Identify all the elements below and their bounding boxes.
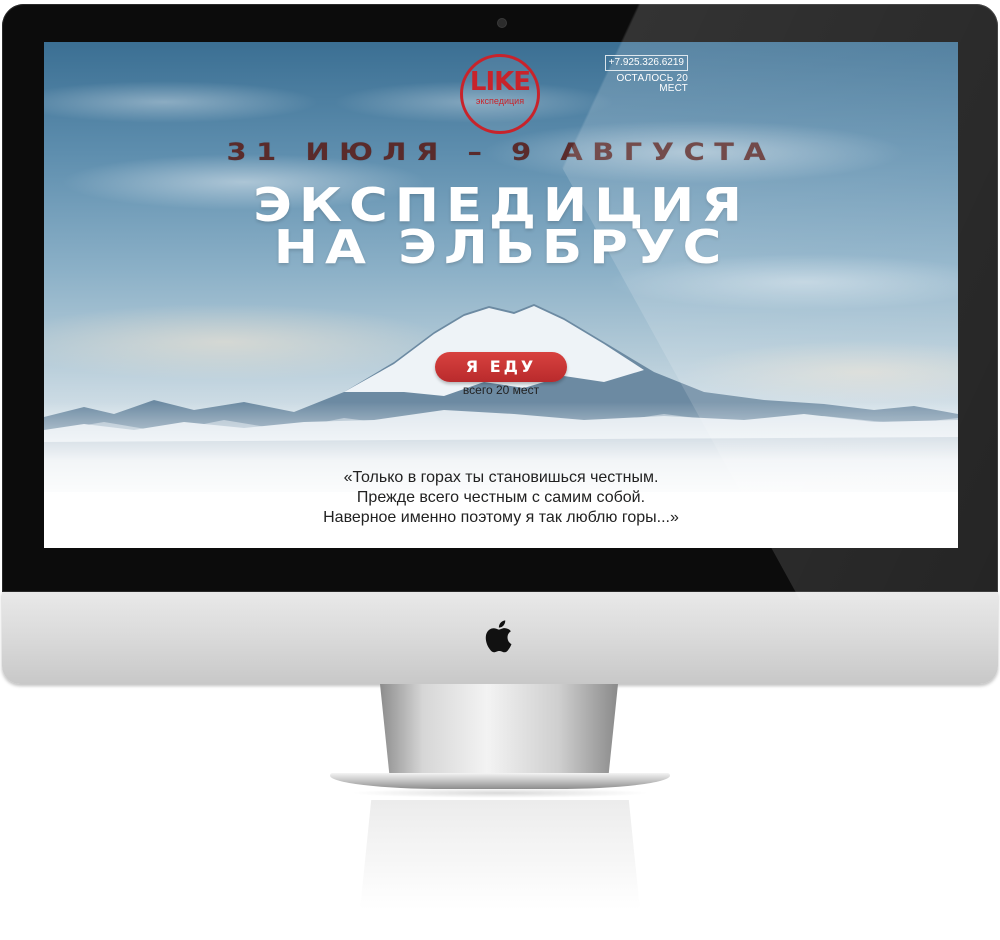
expedition-dates: 31 ИЮЛЯ – 9 АВГУСТА [226,138,776,166]
stand-shadow [350,788,650,798]
title-line-2: НА ЭЛЬБРУС [273,220,729,274]
logo-word: LIKE [469,67,531,97]
quote-block: «Только в горах ты становишься честным. … [44,468,958,528]
contact-block: +7.925.326.6219 ОСТАЛОСЬ 20 МЕСТ [602,52,688,94]
monitor-chin [2,592,998,684]
monitor-stand [380,684,618,776]
camera-icon [498,19,506,27]
brand-logo[interactable]: LIKE экспедиция [460,54,540,134]
logo-subtitle: экспедиция [475,96,525,106]
imac-mockup: LIKE экспедиция +7.925.326.6219 ОСТАЛОСЬ… [0,0,1000,940]
apple-icon [485,620,512,653]
seats-left-text: ОСТАЛОСЬ 20 МЕСТ [616,73,688,94]
quote-line-2: Прежде всего честным с самим собой. [356,489,646,506]
quote-line-1: «Только в горах ты становишься честным. [343,469,659,486]
stand-foot [330,773,670,789]
seats-note: всего 20 мест [462,383,540,397]
phone-number[interactable]: +7.925.326.6219 [604,55,688,71]
quote-line-3: Наверное именно поэтому я так люблю горы… [323,509,679,526]
page-title: ЭКСПЕДИЦИЯ НА ЭЛЬБРУС [44,182,958,274]
join-button[interactable]: Я ЕДУ [435,352,567,382]
webpage-screen: LIKE экспедиция +7.925.326.6219 ОСТАЛОСЬ… [44,42,958,548]
stand-reflection [360,800,640,910]
